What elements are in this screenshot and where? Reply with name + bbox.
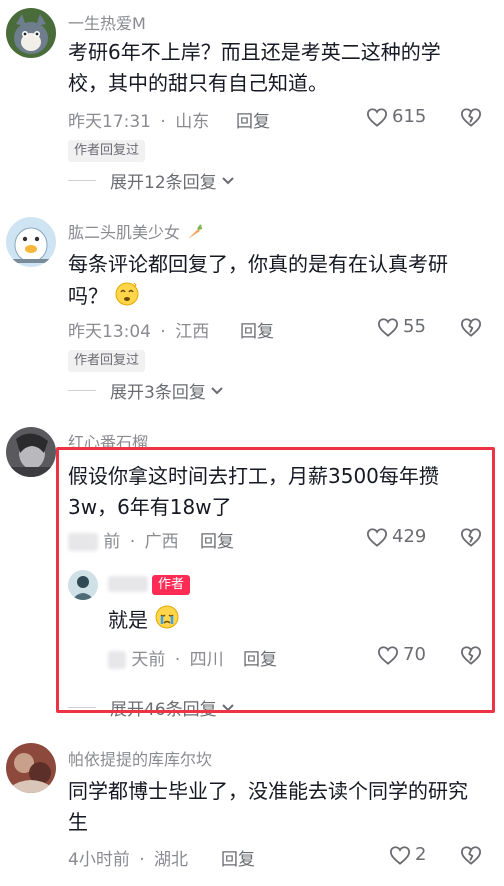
- dizzy-face-icon: [114, 280, 140, 315]
- avatar[interactable]: [6, 743, 56, 793]
- username-label: 肱二头肌美少女: [68, 223, 181, 242]
- username[interactable]: 肱二头肌美少女: [68, 219, 203, 245]
- comment-text: 同学都博士毕业了，没准能去读个同学的研究生: [68, 779, 468, 834]
- comment-text: 每条评论都回复了，你真的是有在认真考研吗？: [68, 249, 480, 315]
- like-button[interactable]: 2: [389, 844, 426, 865]
- expand-label: 展开3条回复: [110, 383, 206, 403]
- comment-time: 昨天13:04: [68, 322, 151, 342]
- avatar[interactable]: [6, 8, 56, 58]
- expand-replies-button[interactable]: 展开3条回复: [68, 378, 224, 403]
- dislike-button[interactable]: [460, 845, 482, 865]
- reply-button[interactable]: 回复: [221, 845, 255, 870]
- avatar[interactable]: [6, 427, 56, 477]
- author-replied-tag: 作者回复过: [68, 350, 146, 372]
- separator: ·: [160, 322, 166, 342]
- chevron-down-icon: [221, 171, 235, 191]
- comment-text: 考研6年不上岸？而且还是考英二这种的学校，其中的甜只有自己知道。: [68, 40, 441, 95]
- comment-location: 山东: [175, 112, 210, 132]
- reply-button[interactable]: 回复: [236, 107, 270, 132]
- comment-time: 昨天17:31: [68, 112, 151, 132]
- highlight-box: [56, 447, 495, 713]
- username[interactable]: 一生热爱M: [68, 10, 146, 34]
- heart-icon: [366, 107, 388, 127]
- comment-location: 江西: [175, 322, 210, 342]
- avatar[interactable]: [6, 217, 56, 267]
- dislike-button[interactable]: [460, 107, 482, 127]
- like-count: 2: [415, 844, 427, 865]
- heart-icon: [377, 317, 399, 337]
- carrot-icon: [185, 223, 203, 245]
- dislike-button[interactable]: [460, 317, 482, 337]
- separator: ·: [139, 850, 145, 870]
- comment-location: 湖北: [154, 850, 189, 870]
- comment-meta: 4小时前 · 湖北: [68, 845, 188, 870]
- comment-meta: 昨天13:04 · 江西: [68, 317, 209, 342]
- like-count: 615: [392, 106, 427, 127]
- expand-replies-button[interactable]: 展开12条回复: [68, 168, 235, 193]
- expand-label: 展开12条回复: [110, 173, 217, 193]
- broken-heart-icon: [460, 107, 482, 127]
- like-count: 55: [403, 316, 426, 337]
- broken-heart-icon: [460, 317, 482, 337]
- comment-meta: 昨天17:31 · 山东: [68, 107, 209, 132]
- heart-icon: [389, 845, 411, 865]
- separator: ·: [160, 112, 166, 132]
- comment-time: 4小时前: [68, 850, 130, 870]
- divider: [68, 180, 96, 181]
- author-replied-tag: 作者回复过: [68, 140, 146, 162]
- broken-heart-icon: [460, 845, 482, 865]
- like-button[interactable]: 55: [377, 316, 426, 337]
- like-button[interactable]: 615: [366, 106, 426, 127]
- username[interactable]: 帕依提提的库库尔坎: [68, 746, 212, 770]
- chevron-down-icon: [210, 381, 224, 401]
- divider: [68, 390, 96, 391]
- reply-button[interactable]: 回复: [240, 317, 274, 342]
